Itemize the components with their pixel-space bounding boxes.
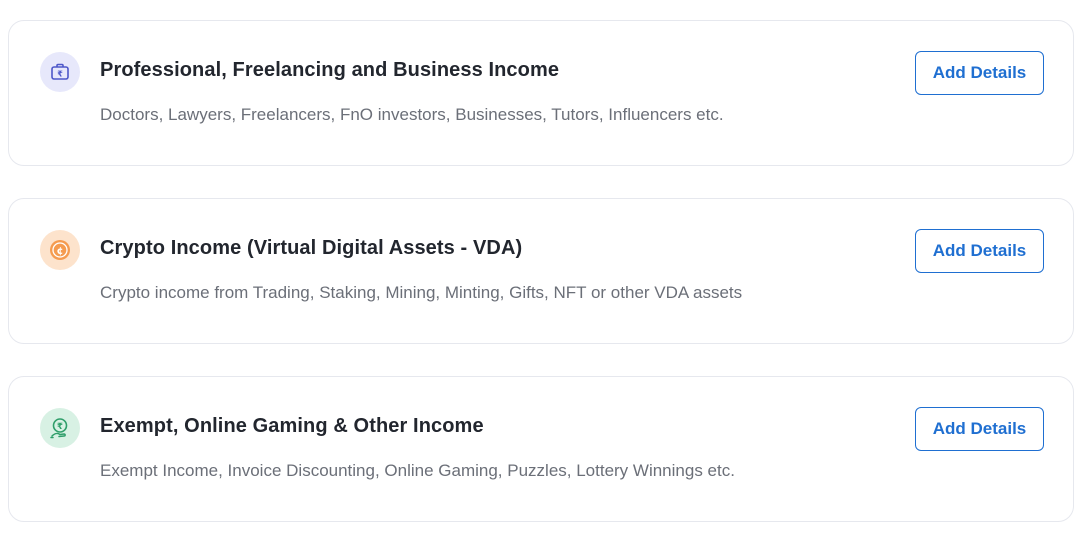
svg-text:₹: ₹ <box>57 422 63 432</box>
card-description: Exempt Income, Invoice Discounting, Onli… <box>100 461 735 480</box>
income-card-professional: ₹ Professional, Freelancing and Business… <box>8 20 1074 166</box>
add-details-button[interactable]: Add Details <box>915 407 1044 451</box>
crypto-coin-icon: ¢ <box>40 230 80 270</box>
briefcase-rupee-icon: ₹ <box>40 52 80 92</box>
add-details-button[interactable]: Add Details <box>915 229 1044 273</box>
income-category-list: ₹ Professional, Freelancing and Business… <box>0 0 1092 552</box>
svg-text:¢: ¢ <box>57 246 64 257</box>
card-title: Exempt, Online Gaming & Other Income <box>100 415 484 437</box>
card-description: Doctors, Lawyers, Freelancers, FnO inves… <box>100 105 724 124</box>
card-title: Crypto Income (Virtual Digital Assets - … <box>100 237 523 259</box>
add-details-button[interactable]: Add Details <box>915 51 1044 95</box>
income-card-exempt-gaming-other: ₹ Exempt, Online Gaming & Other Income E… <box>8 376 1074 522</box>
money-bag-rupee-icon: ₹ <box>40 408 80 448</box>
svg-text:₹: ₹ <box>57 70 63 79</box>
income-card-crypto: ¢ Crypto Income (Virtual Digital Assets … <box>8 198 1074 344</box>
card-description: Crypto income from Trading, Staking, Min… <box>100 283 743 302</box>
card-title: Professional, Freelancing and Business I… <box>100 59 560 81</box>
